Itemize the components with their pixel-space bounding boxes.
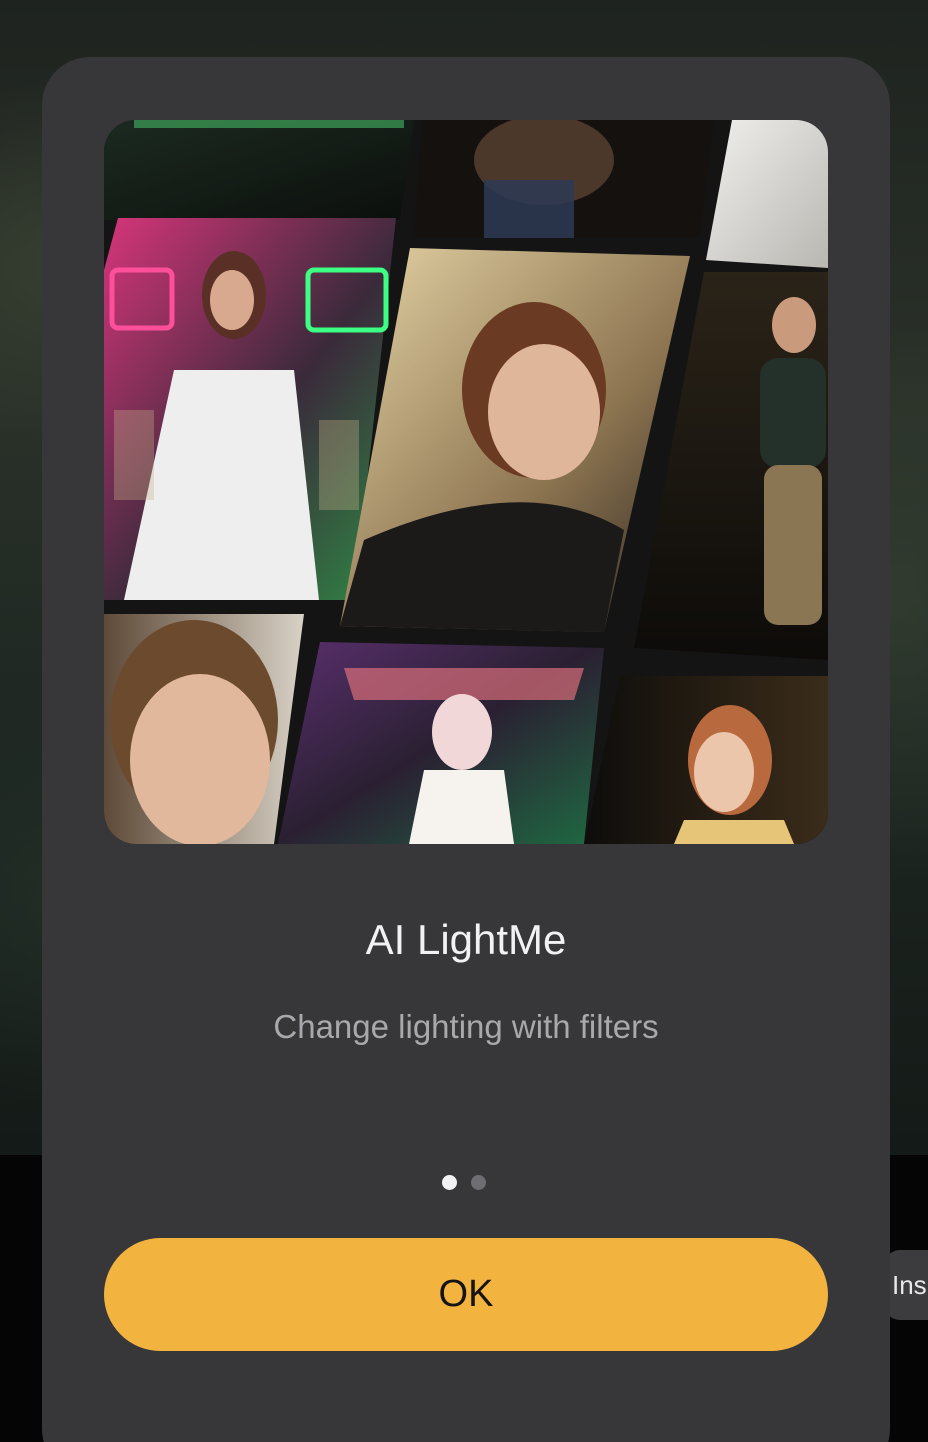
page-indicator [442,1175,486,1191]
ok-button[interactable]: OK [104,1238,828,1351]
dialog-subtitle: Change lighting with filters [273,1008,659,1045]
feature-preview-collage [104,120,828,844]
app-screen: Ins AI LightMe Change lighting with filt… [0,0,928,1442]
background-partial-button[interactable]: Ins [884,1250,928,1320]
page-dot-inactive[interactable] [471,1175,486,1190]
dialog-title: AI LightMe [365,916,567,963]
page-dot-active[interactable] [442,1175,457,1190]
collage-image [104,120,828,844]
